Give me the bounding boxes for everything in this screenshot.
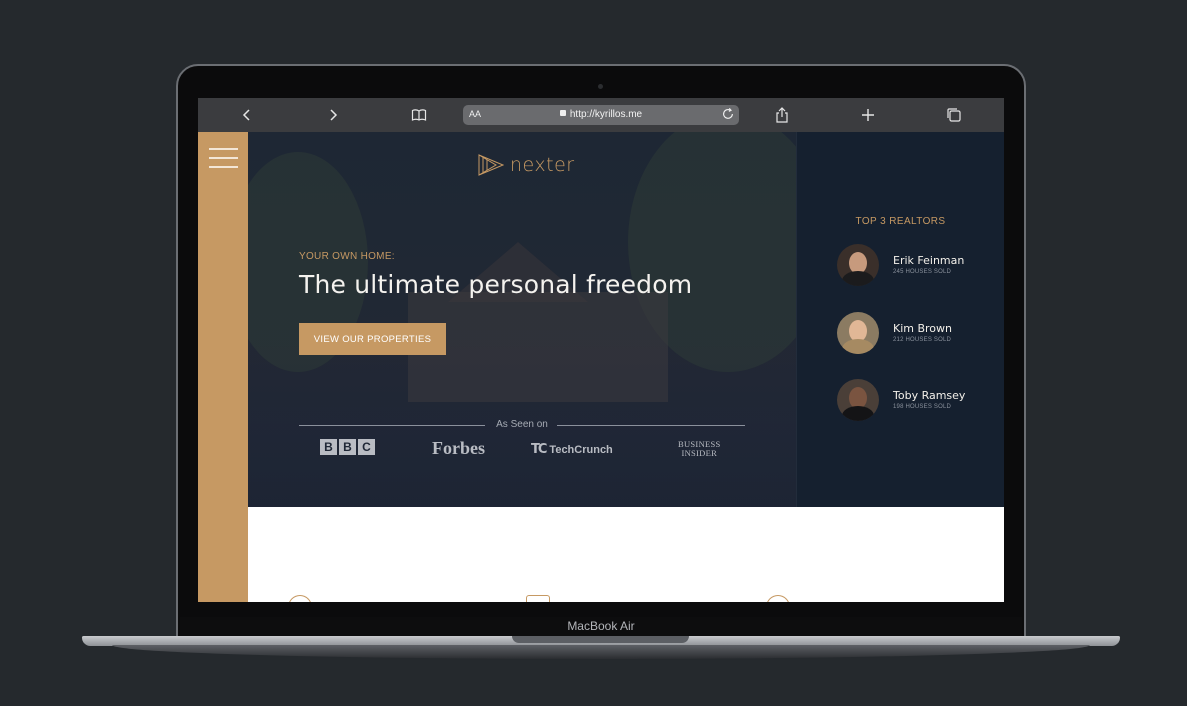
business-insider-line: INSIDER [681, 448, 718, 458]
avatar-suit [842, 339, 874, 354]
background-house [388, 232, 688, 402]
realtor-item[interactable]: Kim Brown 212 HOUSES SOLD [837, 312, 997, 356]
realtor-sold: 245 HOUSES SOLD [893, 269, 952, 275]
screen: AA http://kyrillos.me nexter YOUR OWN HO… [198, 98, 1004, 602]
logo[interactable]: nexter [478, 154, 575, 176]
chevron-left-icon [242, 109, 250, 121]
techcrunch-mark: TC [531, 442, 547, 457]
realtor-sold: 212 HOUSES SOLD [893, 337, 952, 343]
realtor-sold: 198 HOUSES SOLD [893, 404, 952, 410]
logo-mark-icon [478, 154, 504, 176]
reload-icon[interactable] [721, 107, 735, 121]
avatar [837, 244, 879, 286]
realtors-title: TOP 3 REALTORS [855, 216, 946, 227]
techcrunch-logo: TC TechCrunch [531, 442, 613, 457]
chevron-right-icon [330, 109, 338, 121]
bbc-letter: B [320, 439, 337, 455]
address-bar[interactable]: AA http://kyrillos.me [463, 105, 739, 125]
realtor-name: Erik Feinman [893, 254, 965, 267]
lock-icon [559, 110, 566, 116]
camera [598, 84, 603, 89]
hamburger-line [209, 166, 238, 168]
tabs-icon [947, 108, 961, 122]
book-icon [411, 109, 427, 121]
sidebar [198, 132, 248, 602]
forbes-logo: Forbes [432, 438, 485, 458]
realtor-item[interactable]: Erik Feinman 245 HOUSES SOLD [837, 244, 997, 288]
realtors-panel: TOP 3 REALTORS Erik Feinman 245 HOUSES S… [796, 132, 1004, 507]
hero-heading: The ultimate personal freedom [299, 270, 693, 299]
globe-icon [288, 595, 312, 602]
hamburger-icon[interactable] [209, 148, 238, 168]
techcrunch-text: TechCrunch [549, 443, 613, 456]
hamburger-line [209, 148, 238, 150]
hamburger-line [209, 157, 238, 159]
bbc-logo: B B C [320, 439, 375, 455]
hero-subheading: YOUR OWN HOME: [299, 251, 395, 262]
feature-icon [766, 595, 790, 602]
plus-icon [862, 109, 874, 121]
avatar [837, 312, 879, 354]
realtor-item[interactable]: Toby Ramsey 198 HOUSES SOLD [837, 379, 997, 423]
view-properties-button[interactable]: VIEW OUR PROPERTIES [299, 323, 446, 355]
realtor-name: Toby Ramsey [893, 389, 966, 402]
divider-line [557, 425, 745, 426]
share-icon [776, 107, 788, 123]
bbc-letter: C [358, 439, 375, 455]
laptop-notch [512, 636, 689, 643]
web-page: nexter YOUR OWN HOME: The ultimate perso… [198, 132, 1004, 602]
realtor-name: Kim Brown [893, 322, 953, 335]
bookmarks-button[interactable] [404, 98, 434, 132]
device-model-label: MacBook Air [567, 619, 635, 633]
house-body [408, 292, 668, 402]
address-url-wrap: http://kyrillos.me [463, 109, 739, 120]
features-section [248, 507, 1004, 602]
avatar [837, 379, 879, 421]
back-button[interactable] [232, 98, 262, 132]
avatar-suit [842, 271, 874, 286]
new-tab-button[interactable] [853, 98, 883, 132]
business-insider-logo: BUSINESS INSIDER [678, 440, 721, 458]
browser-toolbar: AA http://kyrillos.me [198, 98, 1004, 132]
as-seen-on: As Seen on [299, 419, 745, 431]
feature-icon [526, 595, 550, 602]
avatar-suit [842, 406, 874, 421]
logo-text: nexter [510, 154, 575, 176]
bbc-letter: B [339, 439, 356, 455]
share-button[interactable] [767, 98, 797, 132]
tabs-button[interactable] [939, 98, 969, 132]
address-url: http://kyrillos.me [569, 109, 643, 120]
laptop-base-bottom [112, 645, 1090, 659]
hero-section: nexter YOUR OWN HOME: The ultimate perso… [248, 132, 796, 507]
forward-button[interactable] [318, 98, 348, 132]
